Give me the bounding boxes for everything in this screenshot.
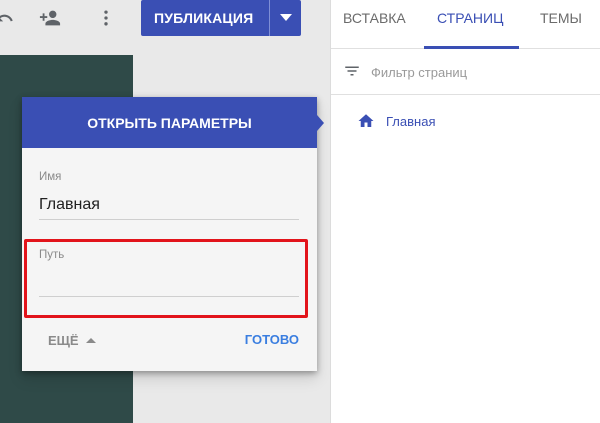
tab-insert[interactable]: ВСТАВКА [343, 0, 406, 48]
add-person-icon[interactable] [38, 6, 62, 30]
active-tab-indicator [424, 46, 519, 49]
tab-themes[interactable]: ТЕМЫ [540, 0, 582, 48]
publish-group: ПУБЛИКАЦИЯ [141, 0, 301, 36]
publish-button[interactable]: ПУБЛИКАЦИЯ [141, 0, 269, 36]
name-field-label: Имя [39, 171, 62, 183]
top-toolbar: ПУБЛИКАЦИЯ [0, 0, 330, 36]
more-vert-icon[interactable] [94, 6, 118, 30]
dropdown-arrow-icon [279, 14, 292, 21]
more-label: ЕЩЁ [48, 332, 79, 348]
tab-pages[interactable]: СТРАНИЦ [437, 0, 503, 48]
card-pointer-arrow [317, 115, 324, 131]
panel-tabs: ВСТАВКА СТРАНИЦ ТЕМЫ [331, 0, 600, 49]
filter-icon [345, 66, 359, 76]
side-panel: ВСТАВКА СТРАНИЦ ТЕМЫ Главная [330, 0, 600, 423]
page-filter-row [331, 50, 600, 95]
done-button[interactable]: ГОТОВО [245, 330, 299, 350]
page-settings-card: ОТКРЫТЬ ПАРАМЕТРЫ Имя Путь ЕЩЁ ГОТОВО [22, 97, 324, 371]
caret-up-icon [85, 337, 96, 343]
path-field-underline [39, 296, 299, 297]
more-button[interactable]: ЕЩЁ [48, 330, 96, 350]
page-label: Главная [386, 113, 436, 129]
undo-icon[interactable] [0, 6, 16, 30]
path-field-label: Путь [39, 249, 65, 261]
path-field[interactable] [39, 269, 299, 291]
page-filter-input[interactable] [371, 62, 571, 82]
publish-dropdown-button[interactable] [269, 0, 301, 36]
name-field-underline [39, 219, 299, 220]
home-icon [358, 114, 374, 127]
name-field[interactable] [39, 194, 299, 216]
open-settings-header[interactable]: ОТКРЫТЬ ПАРАМЕТРЫ [22, 97, 317, 148]
page-list-item[interactable]: Главная [357, 110, 435, 132]
